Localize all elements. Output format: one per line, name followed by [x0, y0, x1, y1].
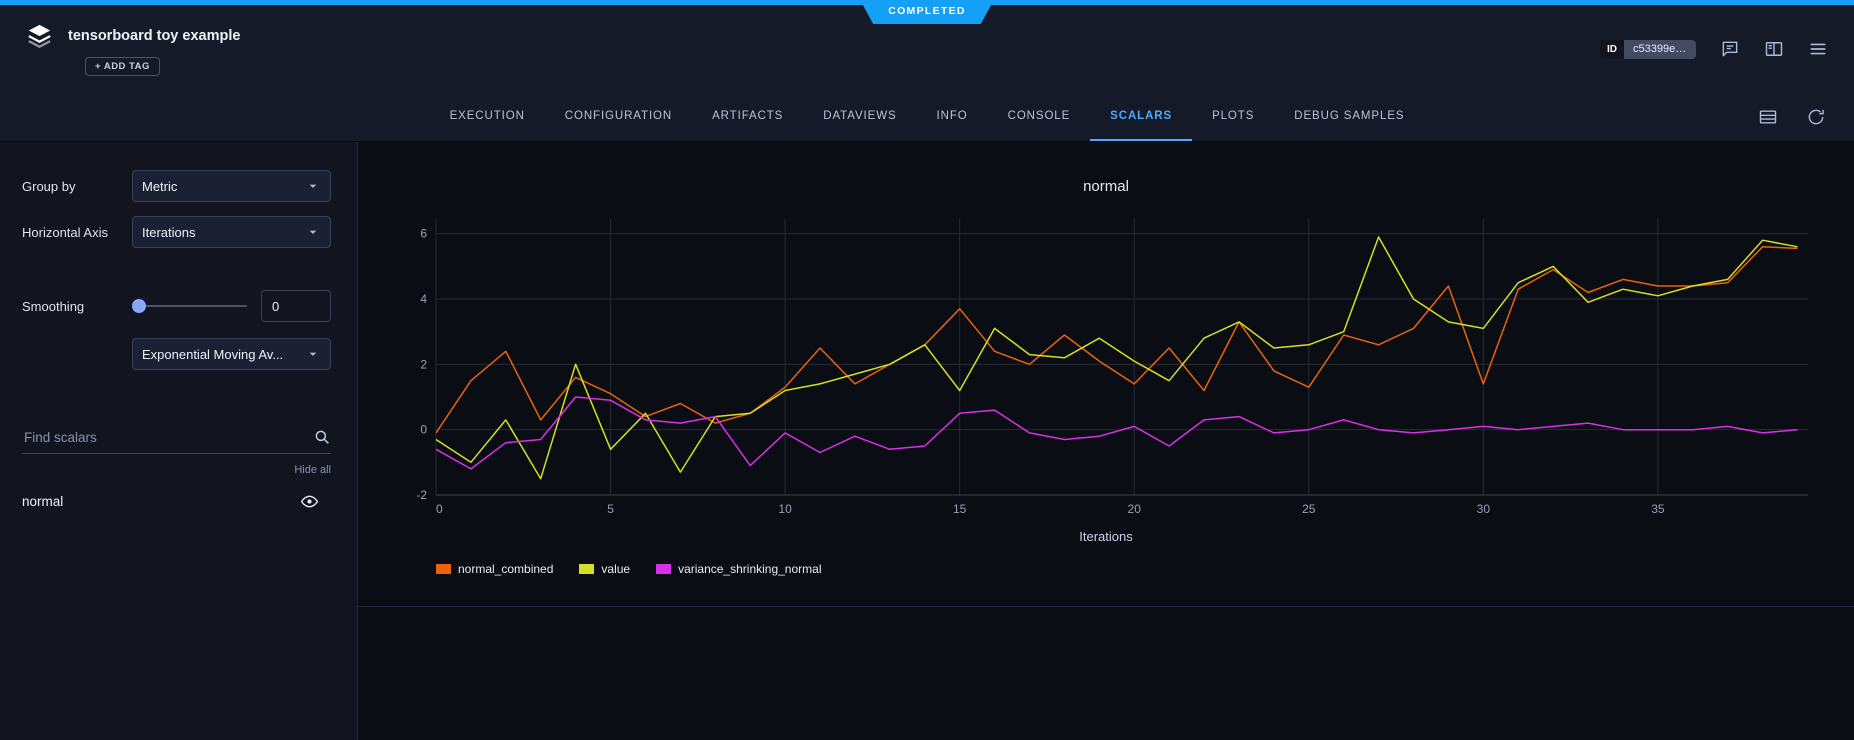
svg-text:0: 0 [420, 423, 427, 437]
metric-name: normal [22, 494, 63, 509]
tab-bar: EXECUTION CONFIGURATION ARTIFACTS DATAVI… [0, 93, 1854, 142]
svg-text:20: 20 [1128, 502, 1142, 516]
refresh-icon[interactable] [1806, 107, 1826, 127]
chevron-down-icon [305, 178, 321, 194]
horizontal-axis-label: Horizontal Axis [22, 225, 132, 240]
svg-text:6: 6 [420, 227, 427, 241]
scalars-panel: normal 0 5 10 15 20 25 30 35 -2 0 2 4 6 Iterations n… [358, 142, 1854, 740]
tab-configuration[interactable]: CONFIGURATION [545, 93, 692, 141]
smoothing-method-value: Exponential Moving Av... [142, 347, 283, 362]
x-axis-title: Iterations [386, 529, 1826, 544]
horizontal-axis-select[interactable]: Iterations [132, 216, 331, 248]
chart-legend: normal_combined value variance_shrinking… [436, 562, 1826, 576]
group-by-label: Group by [22, 179, 132, 194]
slider-knob[interactable] [132, 299, 146, 313]
status-badge: COMPLETED [860, 0, 994, 24]
svg-text:0: 0 [436, 502, 443, 516]
legend-swatch [579, 564, 594, 574]
tab-info[interactable]: INFO [917, 93, 988, 141]
slider-track[interactable] [132, 305, 247, 307]
horizontal-axis-value: Iterations [142, 225, 195, 240]
legend-label: variance_shrinking_normal [678, 562, 821, 576]
svg-text:5: 5 [607, 502, 614, 516]
legend-swatch [436, 564, 451, 574]
svg-text:15: 15 [953, 502, 967, 516]
header-actions: ID c53399e2... [1600, 39, 1828, 59]
tab-dataviews[interactable]: DATAVIEWS [803, 93, 916, 141]
id-value: c53399e2... [1624, 40, 1696, 59]
experiment-id-badge[interactable]: ID c53399e2... [1600, 40, 1696, 59]
id-label: ID [1600, 40, 1624, 59]
find-scalars-search [22, 428, 331, 454]
table-view-icon[interactable] [1758, 107, 1778, 127]
legend-label: normal_combined [458, 562, 553, 576]
smoothing-label: Smoothing [22, 299, 132, 314]
page-title: tensorboard toy example [68, 28, 240, 44]
svg-text:25: 25 [1302, 502, 1316, 516]
add-tag-button[interactable]: + ADD TAG [85, 57, 160, 76]
smoothing-value-input[interactable] [261, 290, 331, 322]
legend-label: value [601, 562, 630, 576]
svg-text:10: 10 [778, 502, 792, 516]
search-input[interactable] [22, 429, 313, 446]
experiment-title-block: tensorboard toy example + ADD TAG [26, 22, 240, 76]
content: Group by Metric Horizontal Axis Iteratio… [0, 142, 1854, 740]
metric-list-item[interactable]: normal [22, 492, 331, 511]
scalar-settings-sidebar: Group by Metric Horizontal Axis Iteratio… [0, 142, 358, 740]
menu-icon[interactable] [1808, 39, 1828, 59]
group-by-select[interactable]: Metric [132, 170, 331, 202]
tab-artifacts[interactable]: ARTIFACTS [692, 93, 803, 141]
scalar-line-chart[interactable]: 0 5 10 15 20 25 30 35 -2 0 2 4 6 [386, 205, 1824, 525]
svg-text:35: 35 [1651, 502, 1665, 516]
eye-visibility-icon[interactable] [300, 492, 319, 511]
hide-all-link[interactable]: Hide all [22, 464, 331, 476]
search-icon[interactable] [313, 428, 331, 446]
group-by-value: Metric [142, 179, 177, 194]
chevron-down-icon [305, 346, 321, 362]
comment-icon[interactable] [1720, 39, 1740, 59]
svg-text:2: 2 [420, 357, 427, 371]
chart-title: normal [386, 178, 1826, 195]
tab-console[interactable]: CONSOLE [988, 93, 1091, 141]
app-logo-icon [26, 22, 53, 49]
svg-text:30: 30 [1477, 502, 1491, 516]
side-panel-icon[interactable] [1764, 39, 1784, 59]
chevron-down-icon [305, 224, 321, 240]
svg-text:-2: -2 [416, 488, 427, 502]
tab-scalars[interactable]: SCALARS [1090, 93, 1192, 141]
status-strip: COMPLETED [0, 0, 1854, 5]
svg-text:4: 4 [420, 292, 427, 306]
tab-plots[interactable]: PLOTS [1192, 93, 1274, 141]
smoothing-slider[interactable] [132, 299, 247, 313]
legend-item-normal-combined[interactable]: normal_combined [436, 562, 553, 576]
tab-execution[interactable]: EXECUTION [430, 93, 545, 141]
legend-swatch [656, 564, 671, 574]
legend-item-value[interactable]: value [579, 562, 630, 576]
legend-item-variance-shrinking-normal[interactable]: variance_shrinking_normal [656, 562, 821, 576]
tab-debug-samples[interactable]: DEBUG SAMPLES [1274, 93, 1424, 141]
graph-card: normal 0 5 10 15 20 25 30 35 -2 0 2 4 6 Iterations n… [358, 142, 1854, 607]
smoothing-method-select[interactable]: Exponential Moving Av... [132, 338, 331, 370]
